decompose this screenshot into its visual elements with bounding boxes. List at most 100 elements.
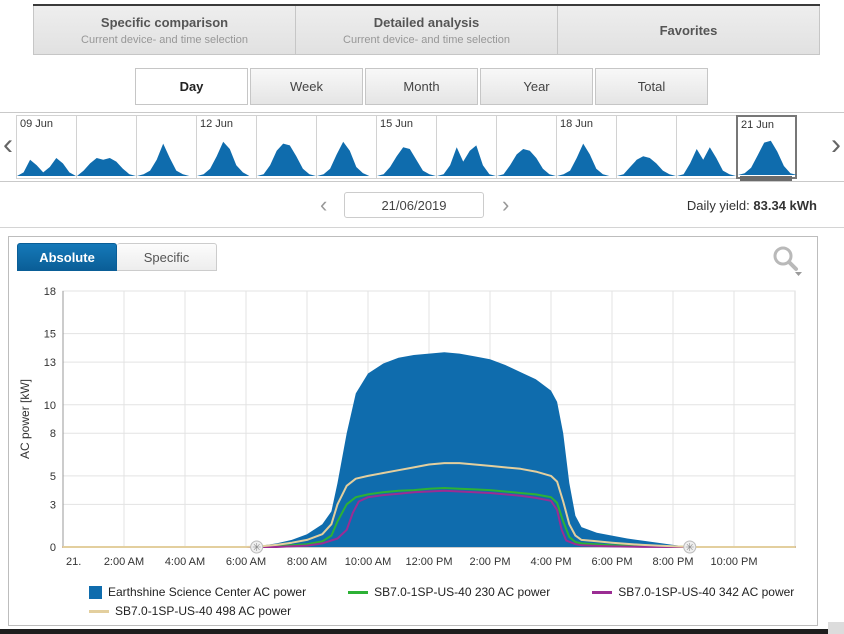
next-day-icon[interactable]: › [502,192,509,218]
legend-swatch [89,586,102,599]
svg-text:4:00 PM: 4:00 PM [531,556,572,568]
previous-day-icon[interactable]: ‹ [320,192,327,218]
day-thumbnail[interactable]: 15 Jun [376,115,437,179]
tab-absolute[interactable]: Absolute [17,243,117,271]
legend-label: SB7.0-1SP-US-40 230 AC power [374,585,550,599]
sun-marker-icon: ✳ [685,542,694,554]
legend-label: SB7.0-1SP-US-40 498 AC power [115,604,291,618]
tab-month[interactable]: Month [365,68,478,105]
mini-day-chart [197,136,256,178]
legend-label: SB7.0-1SP-US-40 342 AC power [618,585,794,599]
svg-text:18: 18 [44,286,56,298]
day-thumbnail[interactable] [616,115,677,179]
tab-title: Detailed analysis [374,15,480,30]
legend-item: SB7.0-1SP-US-40 342 AC power [592,585,794,599]
day-thumbnail[interactable] [676,115,737,179]
strip-scrollbar-thumb[interactable] [740,176,792,181]
view-mode-tabs: Absolute Specific [17,243,217,271]
day-thumbnail[interactable] [136,115,197,179]
mini-day-chart [77,136,136,178]
daily-yield: Daily yield: 83.34 kWh [687,198,817,213]
legend-swatch [89,610,109,613]
svg-text:3: 3 [50,499,56,511]
mini-day-chart [677,136,736,178]
tab-subtitle: Current device- and time selection [343,34,510,46]
day-thumbnail[interactable]: 09 Jun [16,115,77,179]
day-thumbnail[interactable]: 12 Jun [196,115,257,179]
tab-title: Specific comparison [101,15,228,30]
legend-label: Earthshine Science Center AC power [108,585,306,599]
thumbnail-date-label: 15 Jun [380,118,413,130]
tab-day[interactable]: Day [135,68,248,105]
svg-text:8:00 AM: 8:00 AM [287,556,327,568]
legend-swatch [348,591,368,594]
svg-text:8: 8 [50,428,56,440]
mini-day-chart [497,136,556,178]
chart-legend: Earthshine Science Center AC power SB7.0-… [89,585,836,623]
svg-text:21.: 21. [66,556,81,568]
thumbnail-date-label: 12 Jun [200,118,233,130]
legend-item: SB7.0-1SP-US-40 498 AC power [89,604,291,618]
day-thumbnail[interactable] [76,115,137,179]
tab-detailed-analysis[interactable]: Detailed analysis Current device- and ti… [295,6,557,54]
bottom-border [0,629,828,634]
scrollbar-corner [828,622,844,634]
day-thumbnail-strip: ‹ 09 Jun 12 Jun 15 Jun 18 Jun 21 Jun › [0,112,844,182]
tab-specific-comparison[interactable]: Specific comparison Current device- and … [33,6,295,54]
svg-text:5: 5 [50,471,56,483]
day-thumbnail[interactable] [256,115,317,179]
period-tabs: DayWeekMonthYearTotal [135,68,708,105]
zoom-icon[interactable] [771,245,803,282]
legend-swatch [592,591,612,594]
mini-day-chart [557,136,616,178]
svg-text:12:00 PM: 12:00 PM [405,556,452,568]
svg-text:2:00 PM: 2:00 PM [470,556,511,568]
daily-yield-value: 83.34 kWh [753,198,817,213]
svg-text:13: 13 [44,357,56,369]
svg-text:6:00 AM: 6:00 AM [226,556,266,568]
main-chart-svg: 03581013151821.2:00 AM4:00 AM6:00 AM8:00… [15,281,811,583]
thumbnail-date-label: 18 Jun [560,118,593,130]
day-thumbnail[interactable] [316,115,377,179]
legend-item: SB7.0-1SP-US-40 230 AC power [348,585,550,599]
svg-text:10:00 PM: 10:00 PM [710,556,757,568]
mini-day-chart [377,136,436,178]
svg-text:15: 15 [44,329,56,341]
svg-text:0: 0 [50,542,56,554]
tab-week[interactable]: Week [250,68,363,105]
thumbnail-strip-items: 09 Jun 12 Jun 15 Jun 18 Jun 21 Jun [17,115,797,179]
daily-yield-label: Daily yield: [687,198,750,213]
tab-subtitle: Current device- and time selection [81,34,248,46]
svg-text:6:00 PM: 6:00 PM [592,556,633,568]
mini-day-chart [257,136,316,178]
strip-scroll-right-icon[interactable]: › [831,125,841,165]
section-divider [0,227,844,228]
date-input[interactable] [344,192,484,218]
tab-total[interactable]: Total [595,68,708,105]
mini-day-chart [317,136,376,178]
main-nav-tabs: Specific comparison Current device- and … [33,4,820,55]
tab-specific[interactable]: Specific [117,243,217,271]
tab-year[interactable]: Year [480,68,593,105]
day-thumbnail[interactable]: 18 Jun [556,115,617,179]
thumbnail-date-label: 09 Jun [20,118,53,130]
chart-panel: Absolute Specific 03581013151821.2:00 AM… [8,236,818,626]
mini-day-chart [17,136,76,178]
mini-day-chart [738,135,797,177]
mini-day-chart [437,136,496,178]
mini-day-chart [137,136,196,178]
day-thumbnail[interactable]: 21 Jun [736,115,797,179]
day-thumbnail[interactable] [496,115,557,179]
thumbnail-date-label: 21 Jun [741,119,774,131]
legend-item: Earthshine Science Center AC power [89,585,306,599]
sun-marker-icon: ✳ [252,542,261,554]
svg-text:2:00 AM: 2:00 AM [104,556,144,568]
day-thumbnail[interactable] [436,115,497,179]
mini-day-chart [617,136,676,178]
tab-favorites[interactable]: Favorites [557,6,820,54]
svg-text:4:00 AM: 4:00 AM [165,556,205,568]
strip-scroll-left-icon[interactable]: ‹ [3,125,13,165]
svg-text:8:00 PM: 8:00 PM [653,556,694,568]
svg-text:AC power [kW]: AC power [kW] [18,379,32,459]
tab-title: Favorites [660,23,718,38]
